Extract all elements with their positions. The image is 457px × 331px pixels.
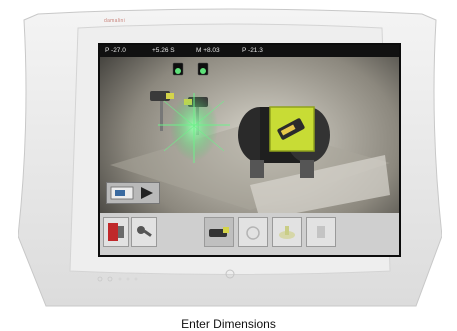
sensor-icon [209, 227, 229, 237]
stop-icon [108, 223, 124, 241]
measure-small-icon [317, 226, 325, 238]
sensor-button[interactable] [204, 217, 234, 247]
target-button[interactable] [272, 217, 302, 247]
bottom-toolbar [100, 213, 399, 255]
tools-button[interactable] [131, 217, 157, 247]
tools-icon [137, 226, 152, 237]
readout-bar: P -27.0 +5.26 S M +8.03 P -21.3 [100, 45, 399, 57]
readout-p2: P -21.3 [242, 47, 263, 54]
readout-p1: P -27.0 [105, 47, 126, 54]
brand-logo: damalini [104, 18, 126, 24]
status-indicators [97, 276, 138, 282]
measure-icon[interactable] [269, 106, 315, 152]
machine-button[interactable] [238, 217, 268, 247]
camera-icon [110, 186, 153, 200]
alignment-device: damalini P -27.0 +5.26 S M +8.03 P -21.3 [18, 6, 442, 308]
measure-button[interactable] [306, 217, 336, 247]
readout-m: M +8.03 [196, 47, 220, 54]
machine-icon [246, 226, 260, 240]
camera-play-button[interactable] [106, 182, 160, 204]
play-icon [141, 187, 153, 199]
readout-s: +5.26 S [152, 47, 175, 54]
stop-button[interactable] [103, 217, 129, 247]
device-screen: P -27.0 +5.26 S M +8.03 P -21.3 [98, 43, 401, 257]
target-icon [279, 226, 295, 239]
